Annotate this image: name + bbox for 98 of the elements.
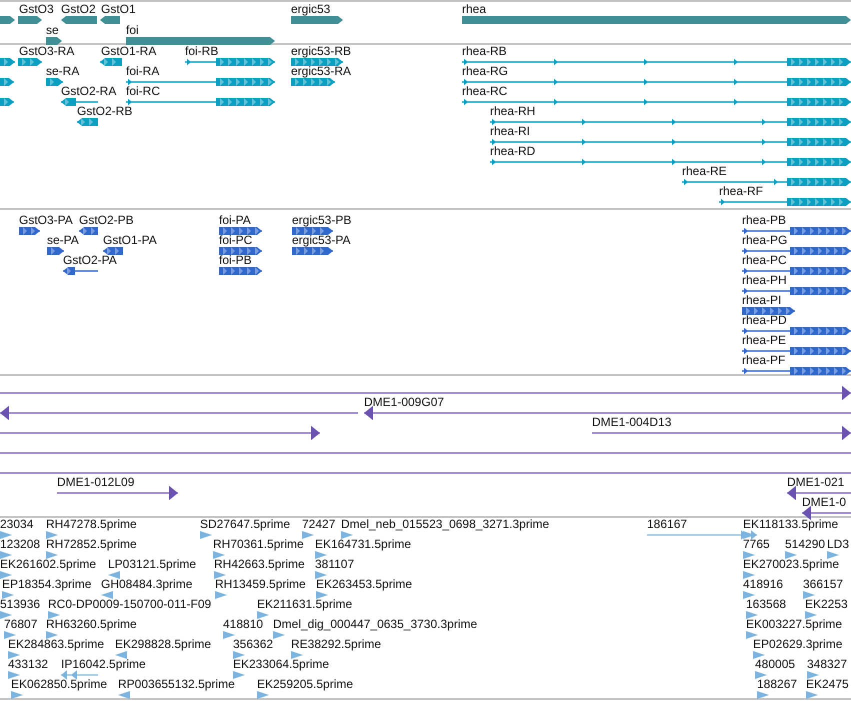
- feature-label: RH42663.5prime: [214, 558, 305, 570]
- feature-label: 381107: [315, 558, 354, 570]
- feature-label: EK2253: [805, 598, 848, 610]
- feature-label: 23034: [0, 518, 34, 530]
- feature-label: GstO3-RA: [19, 45, 74, 57]
- feature-label: RH47278.5prime: [46, 518, 137, 530]
- feature-label: rhea-PH: [742, 274, 787, 286]
- feature-label: rhea-PG: [742, 234, 788, 246]
- feature-label: EK164731.5prime: [315, 538, 412, 550]
- feature-label: EK284863.5prime: [8, 638, 104, 650]
- feature-label: ergic53-PA: [292, 234, 350, 246]
- feature-label: 123208: [0, 538, 40, 550]
- feature-label: rhea-RF: [719, 185, 764, 197]
- feature-label: DME1-0: [802, 496, 846, 508]
- feature-label: ergic53: [291, 3, 330, 15]
- feature-label: foi-RC: [126, 85, 160, 97]
- feature-label: GstO2-PA: [63, 254, 117, 266]
- feature-label: ergic53-RA: [291, 65, 352, 77]
- feature-label: EK259205.5prime: [257, 678, 354, 690]
- feature-label: EK211631.5prime: [257, 598, 352, 610]
- feature-label: 188267: [757, 678, 798, 690]
- feature-label: rhea-PB: [742, 214, 786, 226]
- feature-label: 163568: [746, 598, 786, 610]
- feature-label: 366157: [803, 578, 844, 590]
- feature-label: foi-PB: [219, 254, 252, 266]
- feature-label: EK261602.5prime: [0, 558, 96, 570]
- feature-label: 186167: [647, 518, 688, 530]
- feature-label: foi-RB: [185, 45, 218, 57]
- feature-label: GH08484.3prime: [101, 578, 192, 590]
- feature-label: 513936: [0, 598, 40, 610]
- feature-label: rhea-RC: [462, 85, 508, 97]
- feature-label: GstO1: [101, 3, 136, 15]
- feature-label: ergic53-PB: [292, 214, 352, 226]
- feature-label: RC0-DP0009-150700-011-F09: [48, 598, 212, 610]
- feature-label: DME1-004D13: [592, 416, 672, 428]
- feature-label: RE38292.5prime: [291, 638, 382, 650]
- feature-label: 72427: [302, 518, 336, 530]
- feature-label: GstO3-PA: [19, 214, 73, 226]
- feature-label: se: [46, 24, 59, 36]
- feature-label: EK003227.5prime: [746, 618, 842, 630]
- feature-label: LP03121.5prime: [108, 558, 196, 570]
- feature-label: EK233064.5prime: [233, 658, 330, 670]
- feature-label: GstO2: [61, 3, 96, 15]
- feature-label: RH72852.5prime: [46, 538, 137, 550]
- feature-label: EP18354.3prime: [2, 578, 92, 590]
- feature-label: EK298828.5prime: [115, 638, 212, 650]
- feature-label: GstO2-RB: [77, 105, 132, 117]
- feature-label: EK062850.5prime: [11, 678, 108, 690]
- feature-label: rhea-PF: [742, 354, 786, 366]
- feature-label: rhea-RD: [490, 145, 536, 157]
- feature-label: rhea: [462, 3, 486, 15]
- feature-label: foi-PA: [219, 214, 251, 226]
- feature-label: RH63260.5prime: [46, 618, 137, 630]
- feature-label: DME1-009G07: [364, 396, 444, 408]
- feature-label: rhea-RH: [490, 105, 536, 117]
- feature-label: rhea-PI: [742, 294, 782, 306]
- feature-label: 480005: [755, 658, 796, 670]
- feature-label: EK118133.5prime: [743, 518, 838, 530]
- feature-label: rhea-PE: [742, 334, 786, 346]
- feature-label: RH70361.5prime: [213, 538, 304, 550]
- feature-label: EK270023.5prime: [743, 558, 840, 570]
- feature-label: 7765: [743, 538, 770, 550]
- feature-label: 514290: [785, 538, 826, 550]
- feature-label: GstO1-PA: [103, 234, 157, 246]
- feature-label: RP003655132.5prime: [118, 678, 235, 690]
- feature-label: GstO2-PB: [79, 214, 134, 226]
- feature-label: Dmel_neb_015523_0698_3271.3prime: [341, 518, 550, 530]
- feature-label: 356362: [233, 638, 274, 650]
- feature-label: rhea-RE: [682, 165, 727, 177]
- feature-label: IP16042.5prime: [61, 658, 146, 670]
- feature-label: rhea-RB: [462, 45, 507, 57]
- feature-label: SD27647.5prime: [200, 518, 290, 530]
- feature-label: GstO1-RA: [101, 45, 156, 57]
- feature-label: EK2475: [806, 678, 849, 690]
- feature-label: rhea-PC: [742, 254, 787, 266]
- feature-label: EP02629.3prime: [753, 638, 842, 650]
- feature-label: rhea-RI: [490, 125, 530, 137]
- feature-label: foi-PC: [219, 234, 252, 246]
- feature-label: se-RA: [46, 65, 80, 77]
- feature-label: GstO2-RA: [61, 85, 116, 97]
- feature-label: 433132: [8, 658, 48, 670]
- feature-label: 348327: [807, 658, 848, 670]
- feature-label: GstO3: [19, 3, 54, 15]
- feature-label: RH13459.5prime: [215, 578, 306, 590]
- feature-label: 418810: [223, 618, 264, 630]
- feature-label: 418916: [743, 578, 784, 590]
- feature-label: EK263453.5prime: [316, 578, 412, 590]
- feature-label: se-PA: [47, 234, 79, 246]
- feature-label: rhea-PD: [742, 314, 787, 326]
- feature-label: ergic53-RB: [291, 45, 352, 57]
- feature-label: DME1-021: [787, 476, 844, 488]
- feature-label: Dmel_dig_000447_0635_3730.3prime: [273, 618, 478, 630]
- feature-label: DME1-012L09: [57, 476, 134, 488]
- feature-label: foi: [126, 24, 139, 36]
- feature-label: rhea-RG: [462, 65, 508, 77]
- feature-label: LD3: [827, 538, 850, 550]
- feature-label: 76807: [4, 618, 38, 630]
- feature-label: foi-RA: [126, 65, 160, 77]
